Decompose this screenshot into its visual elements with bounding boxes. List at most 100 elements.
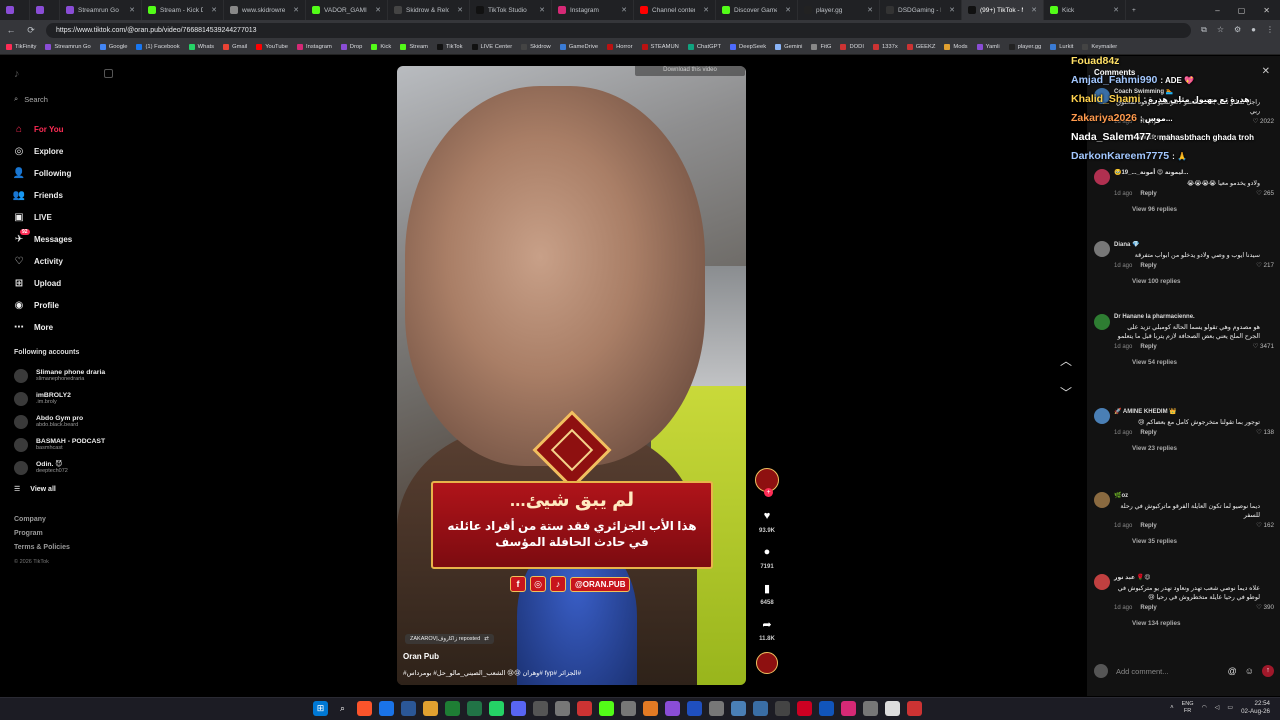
maximize-icon[interactable]: ▢ xyxy=(1238,6,1246,15)
browser-tab[interactable]: Kick ✕ xyxy=(1044,0,1126,20)
comment-like-button[interactable]: ♡ 138 xyxy=(1256,429,1274,436)
browser-tab[interactable]: (99+) TikTok - M ✕ xyxy=(962,0,1044,20)
commenter-name[interactable]: Dr Hanane la pharmacienne. xyxy=(1114,314,1274,320)
browser-tab[interactable]: Discover Games - Ki ✕ xyxy=(716,0,798,20)
bookmark-item[interactable]: Kick xyxy=(371,44,391,50)
bookmark-item[interactable]: Stream xyxy=(400,44,428,50)
browser-tab[interactable]: TikTok Studio ✕ xyxy=(470,0,552,20)
bookmark-item[interactable]: Instagram xyxy=(297,44,332,50)
following-account[interactable]: imBROLY2 .im.broly xyxy=(14,387,105,410)
comment-button[interactable]: ● 7191 xyxy=(760,546,773,570)
taskbar-word-icon[interactable] xyxy=(753,701,768,716)
nav-item-friends[interactable]: 👥 Friends xyxy=(12,184,72,206)
taskbar-files-icon[interactable] xyxy=(423,701,438,716)
reply-button[interactable]: Reply xyxy=(1140,191,1156,197)
browser-tab[interactable]: VADOR_GAMING Str ✕ xyxy=(306,0,388,20)
reply-button[interactable]: Reply xyxy=(1140,605,1156,611)
view-all-following[interactable]: ☰ View all xyxy=(14,479,105,499)
emoji-icon[interactable]: ☺ xyxy=(1245,666,1254,676)
browser-tab[interactable] xyxy=(30,0,60,20)
taskbar-steam-icon[interactable] xyxy=(401,701,416,716)
bookmark-item[interactable]: GameDrive xyxy=(559,44,598,50)
creator-avatar[interactable]: + xyxy=(755,468,779,497)
bookmark-item[interactable]: Mods xyxy=(944,44,968,50)
bookmark-item[interactable]: Yamli xyxy=(976,44,1000,50)
minimize-icon[interactable]: – xyxy=(1215,6,1219,15)
taskbar-vpn-icon[interactable] xyxy=(797,701,812,716)
tab-close-icon[interactable]: ✕ xyxy=(785,6,791,14)
bookmark-item[interactable]: Whats xyxy=(188,44,214,50)
bookmark-item[interactable]: Google xyxy=(99,44,127,50)
taskbar-edge-icon[interactable] xyxy=(379,701,394,716)
tab-close-icon[interactable]: ✕ xyxy=(293,6,299,14)
taskbar-capcut-icon[interactable] xyxy=(687,701,702,716)
footer-link[interactable]: Company xyxy=(14,516,70,530)
follow-plus-icon[interactable]: + xyxy=(764,488,773,497)
taskbar-search-icon[interactable]: ⌕ xyxy=(335,701,350,716)
commenter-avatar[interactable] xyxy=(1094,314,1110,330)
tiktok-logo-icon[interactable]: ♪ xyxy=(14,68,24,80)
comment-like-button[interactable]: ♡ 265 xyxy=(1256,190,1274,197)
bookmark-item[interactable]: player.gg xyxy=(1008,44,1041,50)
reply-button[interactable]: Reply xyxy=(1140,263,1156,269)
following-account[interactable]: BASMAH - PODCAST basmhcast xyxy=(14,433,105,456)
bookmark-item[interactable]: DODI xyxy=(840,44,864,50)
language-indicator[interactable]: ENG FR xyxy=(1182,701,1194,715)
view-replies-button[interactable]: View 35 replies xyxy=(1132,538,1274,545)
taskbar-obs-icon[interactable] xyxy=(555,701,570,716)
view-replies-button[interactable]: View 54 replies xyxy=(1132,359,1274,366)
browser-tab[interactable] xyxy=(0,0,30,20)
taskbar-teams-icon[interactable] xyxy=(819,701,834,716)
tab-close-icon[interactable]: ✕ xyxy=(1031,6,1037,14)
taskbar-chrome-icon[interactable] xyxy=(885,701,900,716)
commenter-name[interactable]: 🚀 AMINE KHEDIM 👑 xyxy=(1114,408,1274,415)
bookmark-item[interactable]: TikFinity xyxy=(6,44,36,50)
browser-menu-icon[interactable]: ⋮ xyxy=(1266,25,1274,35)
tab-close-icon[interactable]: ✕ xyxy=(457,6,463,14)
reply-button[interactable]: Reply xyxy=(1140,344,1156,350)
send-comment-icon[interactable]: ↑ xyxy=(1262,665,1274,677)
taskbar-brave-icon[interactable] xyxy=(357,701,372,716)
taskbar-instagram-icon[interactable] xyxy=(841,701,856,716)
nav-item-live[interactable]: ▣ LIVE xyxy=(12,206,72,228)
view-replies-button[interactable]: View 134 replies xyxy=(1132,620,1274,627)
browser-tab[interactable]: player.gg ✕ xyxy=(798,0,880,20)
extensions-icon[interactable]: ⚙ xyxy=(1234,25,1241,35)
tab-close-icon[interactable]: ✕ xyxy=(1113,6,1119,14)
comment-like-button[interactable]: ♡ 390 xyxy=(1256,604,1274,611)
bookmark-item[interactable]: Horror xyxy=(607,44,633,50)
video-author[interactable]: Oran Pub xyxy=(403,652,439,661)
taskbar-firefox-icon[interactable] xyxy=(665,701,680,716)
bookmark-item[interactable]: (1) Facebook xyxy=(136,44,180,50)
view-replies-button[interactable]: View 96 replies xyxy=(1132,206,1274,213)
view-replies-button[interactable]: View 23 replies xyxy=(1132,445,1274,452)
bookmark-item[interactable]: Keymailer xyxy=(1082,44,1117,50)
comment-like-button[interactable]: ♡ 162 xyxy=(1256,522,1274,529)
music-disc-icon[interactable] xyxy=(756,652,778,674)
view-replies-button[interactable]: View 100 replies xyxy=(1132,278,1274,285)
browser-tab[interactable]: DSDGaming - PC Gu ✕ xyxy=(880,0,962,20)
video-player[interactable]: Download this video لم يبق شيئ... هذا ال… xyxy=(397,66,746,685)
browser-tab[interactable]: Instagram ✕ xyxy=(552,0,634,20)
taskbar-settings-icon[interactable] xyxy=(863,701,878,716)
tab-close-icon[interactable]: ✕ xyxy=(539,6,545,14)
repost-pill[interactable]: ZAKAROV|زاكاروف reposted ⇄ xyxy=(405,634,494,644)
tab-close-icon[interactable]: ✕ xyxy=(375,6,381,14)
bookmark-item[interactable]: Lurkit xyxy=(1050,44,1073,50)
reply-button[interactable]: Reply xyxy=(1140,523,1156,529)
taskbar-xbox-icon[interactable] xyxy=(445,701,460,716)
bookmark-item[interactable]: ChatGPT xyxy=(687,44,721,50)
following-account[interactable]: Abdo Gym pro abdo.black.beard xyxy=(14,410,105,433)
download-video-banner[interactable]: Download this video xyxy=(635,66,745,76)
bookmark-item[interactable]: Gmail xyxy=(223,44,247,50)
footer-link[interactable]: Program xyxy=(14,530,70,544)
bookmark-item[interactable]: TikTok xyxy=(437,44,463,50)
taskbar-whatsapp-icon[interactable] xyxy=(489,701,504,716)
share-button[interactable]: ➦ 11.8K xyxy=(759,618,775,642)
browser-tab[interactable]: Stream - Kick Dashb ✕ xyxy=(142,0,224,20)
comment-like-button[interactable]: ♡ 217 xyxy=(1256,262,1274,269)
bookmark-item[interactable]: Drop xyxy=(340,44,362,50)
bookmark-item[interactable]: YouTube xyxy=(256,44,288,50)
tab-close-icon[interactable]: ✕ xyxy=(621,6,627,14)
url-field[interactable]: https://www.tiktok.com/@oran.pub/video/7… xyxy=(46,22,1192,38)
